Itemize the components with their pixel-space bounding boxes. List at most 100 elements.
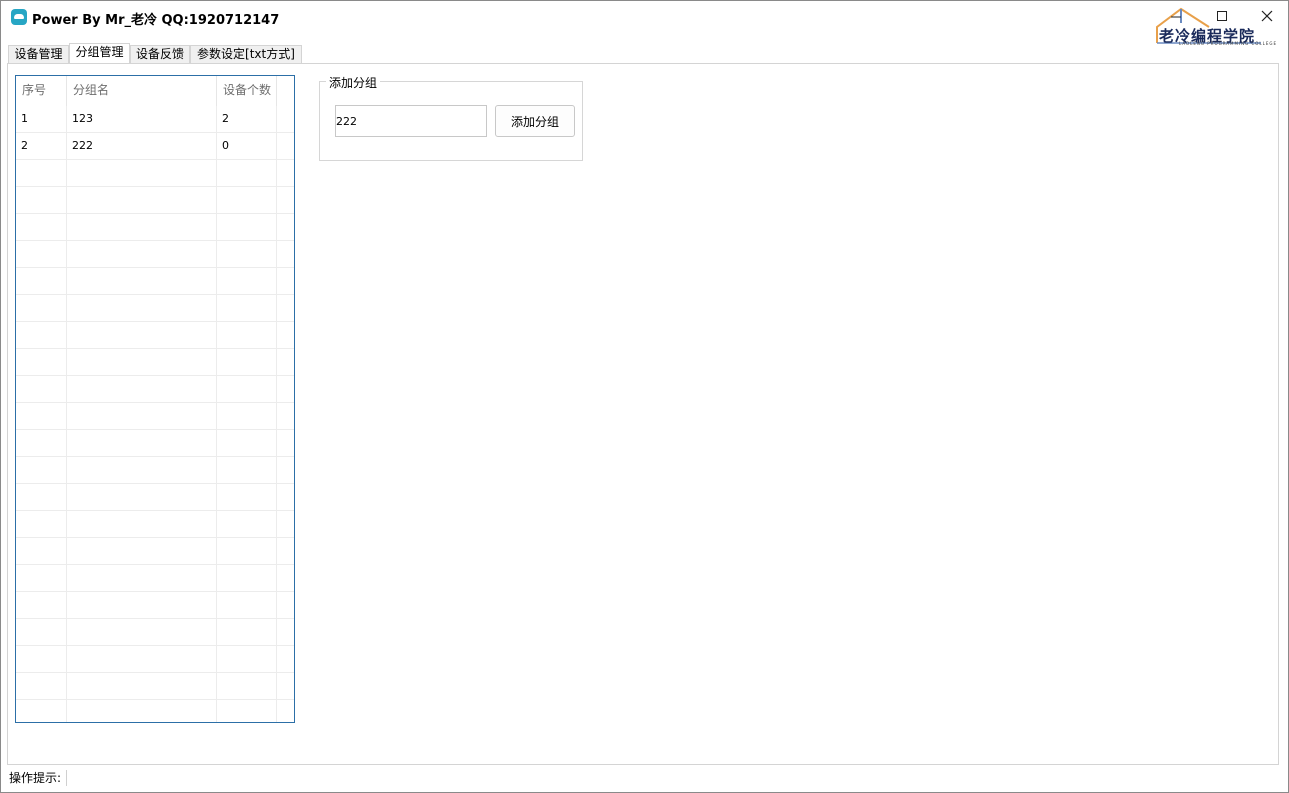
cell-filler — [277, 160, 294, 187]
table-row-empty[interactable] — [16, 430, 294, 457]
group-table[interactable]: 序号 分组名 设备个数 1 123 2 2 222 0 — [15, 75, 295, 723]
cell-filler — [277, 619, 294, 646]
table-row[interactable]: 1 123 2 — [16, 106, 294, 133]
cell-filler — [277, 457, 294, 484]
cell-index — [16, 511, 67, 538]
cell-device-count — [217, 376, 277, 403]
cell-group-name — [67, 322, 217, 349]
cell-group-name — [67, 538, 217, 565]
cell-index — [16, 187, 67, 214]
table-row-empty[interactable] — [16, 538, 294, 565]
cell-filler — [277, 538, 294, 565]
cell-group-name: 123 — [67, 106, 217, 133]
cell-group-name — [67, 430, 217, 457]
table-row-empty[interactable] — [16, 403, 294, 430]
cell-filler — [277, 673, 294, 700]
table-row-empty[interactable] — [16, 295, 294, 322]
window-title: Power By Mr_老冷 QQ:1920712147 — [32, 13, 280, 28]
minimize-icon — [1171, 16, 1181, 18]
cell-filler — [277, 484, 294, 511]
app-icon — [11, 9, 27, 25]
cell-device-count — [217, 511, 277, 538]
cell-device-count — [217, 565, 277, 592]
tab-group-management[interactable]: 分组管理 — [69, 43, 130, 63]
cell-group-name: 222 — [67, 133, 217, 160]
cell-device-count — [217, 538, 277, 565]
cell-device-count — [217, 349, 277, 376]
table-row-empty[interactable] — [16, 457, 294, 484]
cell-device-count — [217, 484, 277, 511]
title-bar[interactable]: Power By Mr_老冷 QQ:1920712147 老冷编程学院 LAOL… — [1, 1, 1288, 46]
table-body: 1 123 2 2 222 0 — [16, 106, 294, 722]
maximize-button[interactable] — [1212, 7, 1232, 27]
cell-device-count: 0 — [217, 133, 277, 160]
cell-index — [16, 646, 67, 673]
cell-filler — [277, 700, 294, 722]
cell-device-count — [217, 430, 277, 457]
cell-filler — [277, 349, 294, 376]
cell-group-name — [67, 187, 217, 214]
cell-filler — [277, 565, 294, 592]
cell-index: 2 — [16, 133, 67, 160]
column-header-group-name[interactable]: 分组名 — [67, 76, 217, 106]
table-row[interactable]: 2 222 0 — [16, 133, 294, 160]
table-row-empty[interactable] — [16, 187, 294, 214]
status-bar: 操作提示: — [1, 766, 1288, 792]
cell-group-name — [67, 700, 217, 722]
cell-index — [16, 457, 67, 484]
cell-device-count — [217, 457, 277, 484]
cell-group-name — [67, 511, 217, 538]
table-row-empty[interactable] — [16, 592, 294, 619]
cell-index — [16, 619, 67, 646]
close-button[interactable] — [1257, 7, 1277, 27]
cell-index — [16, 349, 67, 376]
cell-device-count — [217, 403, 277, 430]
column-header-device-count[interactable]: 设备个数 — [217, 76, 277, 106]
column-header-index[interactable]: 序号 — [16, 76, 67, 106]
table-row-empty[interactable] — [16, 241, 294, 268]
table-row-empty[interactable] — [16, 511, 294, 538]
tab-parameter-settings[interactable]: 参数设定[txt方式] — [190, 45, 302, 63]
table-row-empty[interactable] — [16, 565, 294, 592]
cell-group-name — [67, 268, 217, 295]
cell-index — [16, 430, 67, 457]
table-row-empty[interactable] — [16, 646, 294, 673]
add-group-button[interactable]: 添加分组 — [495, 105, 575, 137]
cell-group-name — [67, 592, 217, 619]
table-row-empty[interactable] — [16, 160, 294, 187]
table-row-empty[interactable] — [16, 322, 294, 349]
minimize-button[interactable] — [1166, 7, 1186, 27]
table-row-empty[interactable] — [16, 214, 294, 241]
cell-group-name — [67, 160, 217, 187]
cell-filler — [277, 376, 294, 403]
table-row-empty[interactable] — [16, 619, 294, 646]
cell-filler — [277, 403, 294, 430]
table-row-empty[interactable] — [16, 349, 294, 376]
cell-index — [16, 241, 67, 268]
cell-group-name — [67, 673, 217, 700]
cell-group-name — [67, 241, 217, 268]
cell-filler — [277, 268, 294, 295]
cell-device-count — [217, 646, 277, 673]
cell-filler — [277, 592, 294, 619]
table-row-empty[interactable] — [16, 268, 294, 295]
table-row-empty[interactable] — [16, 376, 294, 403]
cell-index — [16, 565, 67, 592]
cell-group-name — [67, 565, 217, 592]
table-row-empty[interactable] — [16, 484, 294, 511]
group-name-input[interactable] — [335, 105, 487, 137]
cell-index — [16, 592, 67, 619]
cell-index — [16, 295, 67, 322]
table-header: 序号 分组名 设备个数 — [16, 76, 294, 106]
table-row-empty[interactable] — [16, 700, 294, 722]
cell-index — [16, 484, 67, 511]
cell-group-name — [67, 646, 217, 673]
cell-filler — [277, 295, 294, 322]
cell-filler — [277, 241, 294, 268]
cell-device-count — [217, 160, 277, 187]
status-label: 操作提示: — [9, 771, 62, 785]
tab-device-feedback[interactable]: 设备反馈 — [130, 45, 190, 63]
tab-device-management[interactable]: 设备管理 — [8, 45, 69, 63]
table-row-empty[interactable] — [16, 673, 294, 700]
cell-index — [16, 322, 67, 349]
